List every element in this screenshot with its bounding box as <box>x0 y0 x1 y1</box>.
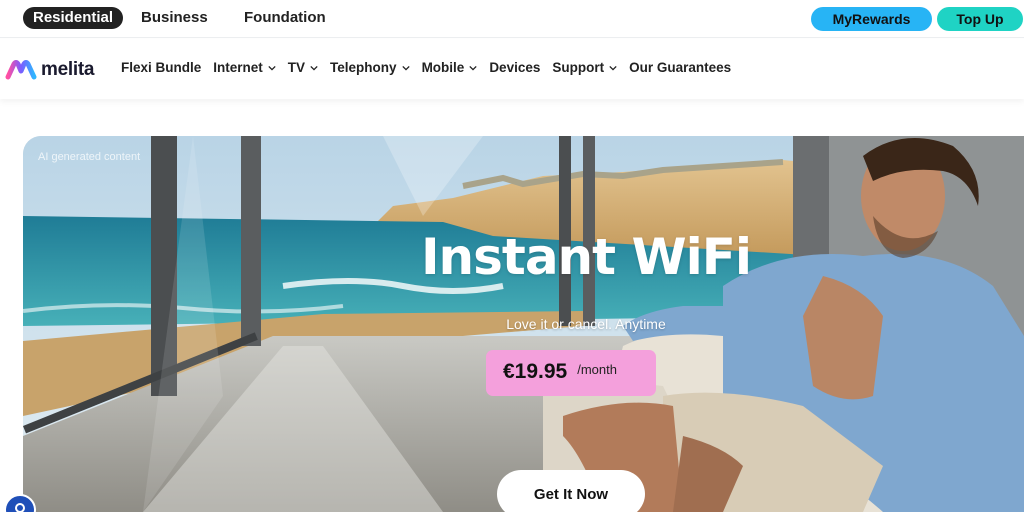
segment-foundation[interactable]: Foundation <box>244 7 326 29</box>
segment-business[interactable]: Business <box>141 7 208 29</box>
hero-headline: Instant WiFi <box>420 228 752 286</box>
top-up-button[interactable]: Top Up <box>937 7 1023 31</box>
nav-label: Telephony <box>330 60 397 75</box>
ai-content-note: AI generated content <box>38 151 141 163</box>
chevron-down-icon <box>268 65 276 71</box>
accessibility-ring <box>15 503 25 512</box>
chevron-down-icon <box>401 65 410 71</box>
chevron-down-icon <box>609 65 617 71</box>
nav-label: TV <box>287 60 306 75</box>
price-period: /month <box>577 362 617 377</box>
nav-our-guarantees[interactable]: Our Guarantees <box>629 60 731 75</box>
main-nav: melita Flexi Bundle Internet TV Telephon… <box>0 39 1024 99</box>
hero-banner: AI generated content Instant WiFi Love i… <box>23 136 1024 512</box>
nav-label: Our Guarantees <box>629 60 732 75</box>
chevron-down-icon <box>469 65 477 71</box>
hero-tagline: Love it or cancel. Anytime <box>506 316 666 332</box>
melita-logo[interactable]: melita <box>5 57 94 83</box>
melita-logo-icon <box>5 60 37 80</box>
nav-telephony[interactable]: Telephony <box>330 60 410 75</box>
chevron-down-icon <box>310 65 318 71</box>
nav-devices[interactable]: Devices <box>489 60 540 75</box>
nav-label: Devices <box>489 60 541 75</box>
nav-mobile[interactable]: Mobile <box>422 60 478 75</box>
nav-label: Mobile <box>421 60 465 75</box>
logo-wordmark: melita <box>41 59 95 80</box>
nav-internet[interactable]: Internet <box>213 60 276 75</box>
nav-label: Flexi Bundle <box>121 60 202 75</box>
segment-residential[interactable]: Residential <box>23 7 124 29</box>
myrewards-button[interactable]: MyRewards <box>811 7 932 31</box>
price-badge: €19.95 /month <box>486 350 656 396</box>
get-it-now-button[interactable]: Get It Now <box>497 470 645 512</box>
price-amount: €19.95 <box>503 360 568 383</box>
nav-flexi-bundle[interactable]: Flexi Bundle <box>121 60 201 75</box>
audience-bar: Residential Business Foundation MyReward… <box>0 0 1024 38</box>
nav-tv[interactable]: TV <box>288 60 318 75</box>
nav-label: Support <box>552 60 605 75</box>
nav-label: Internet <box>213 60 263 75</box>
nav-support[interactable]: Support <box>552 60 617 75</box>
nav-menu: Flexi Bundle Internet TV Telephony Mobil… <box>121 60 743 75</box>
